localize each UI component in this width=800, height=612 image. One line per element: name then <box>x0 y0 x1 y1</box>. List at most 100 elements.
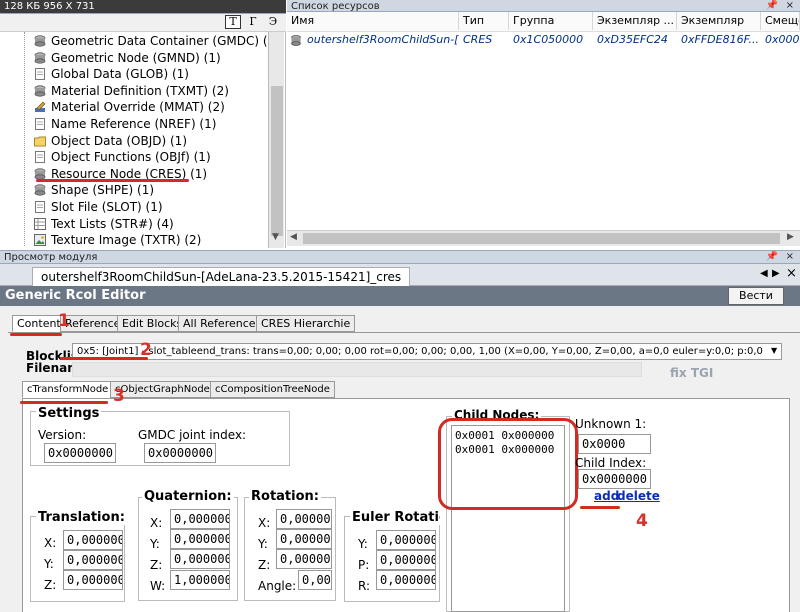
rotation-angle-field[interactable]: 0,000 <box>298 570 332 590</box>
cell-instance-hi: 0xD35EFC24 <box>597 33 668 46</box>
column-header-offset[interactable]: Смеще <box>761 12 800 30</box>
column-header-name[interactable]: Имя <box>287 12 459 30</box>
tree-item[interactable]: Name Reference (NREF) (1) <box>34 116 216 132</box>
tree-item[interactable]: Texture Image (TXTR) (2) <box>34 232 201 248</box>
child-index-field[interactable]: 0x0000000 <box>578 469 651 489</box>
tree-item[interactable]: Material Override (MMAT) (2) <box>34 99 225 115</box>
tab-edit-blocks[interactable]: Edit Blocks <box>117 315 188 332</box>
tree-item[interactable]: Material Definition (TXMT) (2) <box>34 83 229 99</box>
tree-item[interactable]: Global Data (GLOB) (1) <box>34 66 189 82</box>
cylinder-icon <box>291 35 301 46</box>
translation-y-field[interactable]: 0,00000000 <box>63 550 123 570</box>
euler-r-field[interactable]: 0,00000000 <box>376 570 436 590</box>
tree-item-label: Slot File (SLOT) (1) <box>51 200 163 214</box>
close-tab-icon[interactable]: × <box>786 266 797 281</box>
cell-offset: 0x0000 <box>765 33 800 46</box>
tree-item-label: Shape (SHPE) (1) <box>51 183 155 198</box>
tab-cobjectgraphnode[interactable]: cObjectGraphNode <box>110 381 215 398</box>
quaternion-z-field[interactable]: 0,00000000 <box>170 549 230 569</box>
tab-divider <box>8 332 800 333</box>
translation-z-field[interactable]: 0,00000000 <box>63 570 123 590</box>
quaternion-x-field[interactable]: 0,00000000 <box>170 509 230 529</box>
scroll-right-icon[interactable]: ▶ <box>787 232 794 242</box>
euler-p-field[interactable]: 0,00000000 <box>376 550 436 570</box>
tree-scroll-thumb[interactable] <box>271 86 283 236</box>
tree-item[interactable]: Geometric Node (GMND) (1) <box>34 50 221 66</box>
annotation-underline-blocklist <box>60 357 148 360</box>
tree-item[interactable]: Object Data (OBJD) (1) <box>34 133 187 149</box>
instance-view-button[interactable]: Э <box>265 15 281 29</box>
tree-item[interactable]: Slot File (SLOT) (1) <box>34 199 163 215</box>
euler-y-field[interactable]: 0,00000000 <box>376 530 436 550</box>
commit-button[interactable]: Вести <box>728 287 784 305</box>
translation-x-field[interactable]: 0,00000000 <box>63 530 123 550</box>
grid-hscroll-thumb[interactable] <box>303 233 780 244</box>
pin-icon[interactable]: 📌 <box>766 251 778 263</box>
column-header-type[interactable]: Тип <box>459 12 509 30</box>
quaternion-y-field[interactable]: 0,00000000 <box>170 529 230 549</box>
blocklist-select[interactable]: 0x5: [Joint1] - slot_tableend_trans: tra… <box>72 343 782 360</box>
cylinder-icon <box>34 85 46 97</box>
document-tabstrip: outershelf3RoomChildSun-[AdeLana-23.5.20… <box>0 264 800 286</box>
column-header-instance-hi[interactable]: Экземпляр ... <box>593 12 677 30</box>
child-index-label: Child Index: <box>575 456 647 470</box>
rotation-x-field[interactable]: 0,00000000 <box>276 509 332 529</box>
tree-scrollbar[interactable]: ▼ <box>268 32 284 248</box>
cell-group: 0x1C050000 <box>513 33 584 46</box>
tree-item[interactable]: Object Functions (OBJf) (1) <box>34 149 211 165</box>
annotation-underline-add <box>580 506 620 509</box>
tab-nav-right-icon[interactable]: ▶ <box>772 268 780 279</box>
table-row[interactable]: outershelf3RoomChildSun-[... CRES 0x1C05… <box>287 32 800 49</box>
settings-title: Settings <box>36 406 102 421</box>
fix-tgi-link[interactable]: fix TGI <box>670 366 713 380</box>
tree-toolbar: T Г Э <box>0 14 286 32</box>
rotation-z-field[interactable]: 0,00000000 <box>276 549 332 569</box>
filename-field[interactable] <box>72 362 642 377</box>
column-header-group[interactable]: Группа <box>509 12 593 30</box>
annotation-number-3: 3 <box>113 386 125 406</box>
document-tab[interactable]: outershelf3RoomChildSun-[AdeLana-23.5.20… <box>32 267 411 286</box>
module-view-title: Просмотр модуля <box>4 252 98 263</box>
close-icon[interactable]: × <box>786 0 794 11</box>
tab-ccompositiontreenode[interactable]: cCompositionTreeNode <box>210 381 335 398</box>
tree-item[interactable]: Text Lists (STR#) (4) <box>34 216 174 232</box>
unknown1-field[interactable]: 0x0000 <box>578 434 651 454</box>
tab-ctransformnode[interactable]: cTransformNode <box>22 381 114 398</box>
doc-icon <box>34 151 46 164</box>
pin-icon[interactable]: 📌 <box>766 0 778 11</box>
gmdc-joint-index-field[interactable]: 0x0000000 <box>144 443 216 463</box>
image-icon <box>34 234 46 247</box>
tree-item-label: Material Definition (TXMT) (2) <box>51 83 229 98</box>
close-icon[interactable]: × <box>786 251 794 263</box>
tree-item[interactable]: Geometric Data Container (GMDC) (1) <box>34 33 280 49</box>
tab-nav-left-icon[interactable]: ◀ <box>760 268 768 279</box>
resource-list-grid: Имя Тип Группа Экземпляр ... Экземпляр С… <box>287 12 800 248</box>
doc-icon <box>34 68 46 81</box>
tree-item-label: Geometric Node (GMND) (1) <box>51 50 221 65</box>
annotation-number-1: 1 <box>58 311 70 331</box>
grid-hscrollbar[interactable]: ◀ ▶ <box>287 230 800 246</box>
delete-link[interactable]: delete <box>617 489 660 503</box>
tree-guide-line <box>24 32 25 246</box>
module-view-titlebar: Просмотр модуля 📌 × <box>0 250 800 264</box>
tree-item-label: Material Override (MMAT) (2) <box>51 100 225 115</box>
group-view-button[interactable]: Г <box>245 15 261 29</box>
tree-item[interactable]: Shape (SHPE) (1) <box>34 182 154 198</box>
chevron-down-icon[interactable]: ▼ <box>771 346 777 355</box>
type-view-button[interactable]: T <box>225 15 241 29</box>
tab-cres-hierarchie[interactable]: CRES Hierarchie <box>256 315 356 332</box>
resource-type-tree: Geometric Data Container (GMDC) (1) Geome… <box>0 32 286 248</box>
tab-all-references[interactable]: All References <box>178 315 267 332</box>
image-info-bar: 128 КБ 956 Х 731 <box>0 0 286 14</box>
rotation-y-field[interactable]: 0,00000000 <box>276 529 332 549</box>
add-link[interactable]: add <box>594 489 619 503</box>
cylinder-icon <box>34 51 46 64</box>
scroll-down-icon[interactable]: ▼ <box>272 232 279 242</box>
scroll-left-icon[interactable]: ◀ <box>290 232 297 242</box>
gmdc-joint-index-label: GMDC joint index: <box>138 428 247 442</box>
version-field[interactable]: 0x0000000 <box>44 443 116 463</box>
cell-type: CRES <box>463 33 493 46</box>
tree-item-label: Geometric Data Container (GMDC) (1) <box>51 34 280 48</box>
quaternion-w-field[interactable]: 1,00000000 <box>170 570 230 590</box>
column-header-instance[interactable]: Экземпляр <box>677 12 761 30</box>
